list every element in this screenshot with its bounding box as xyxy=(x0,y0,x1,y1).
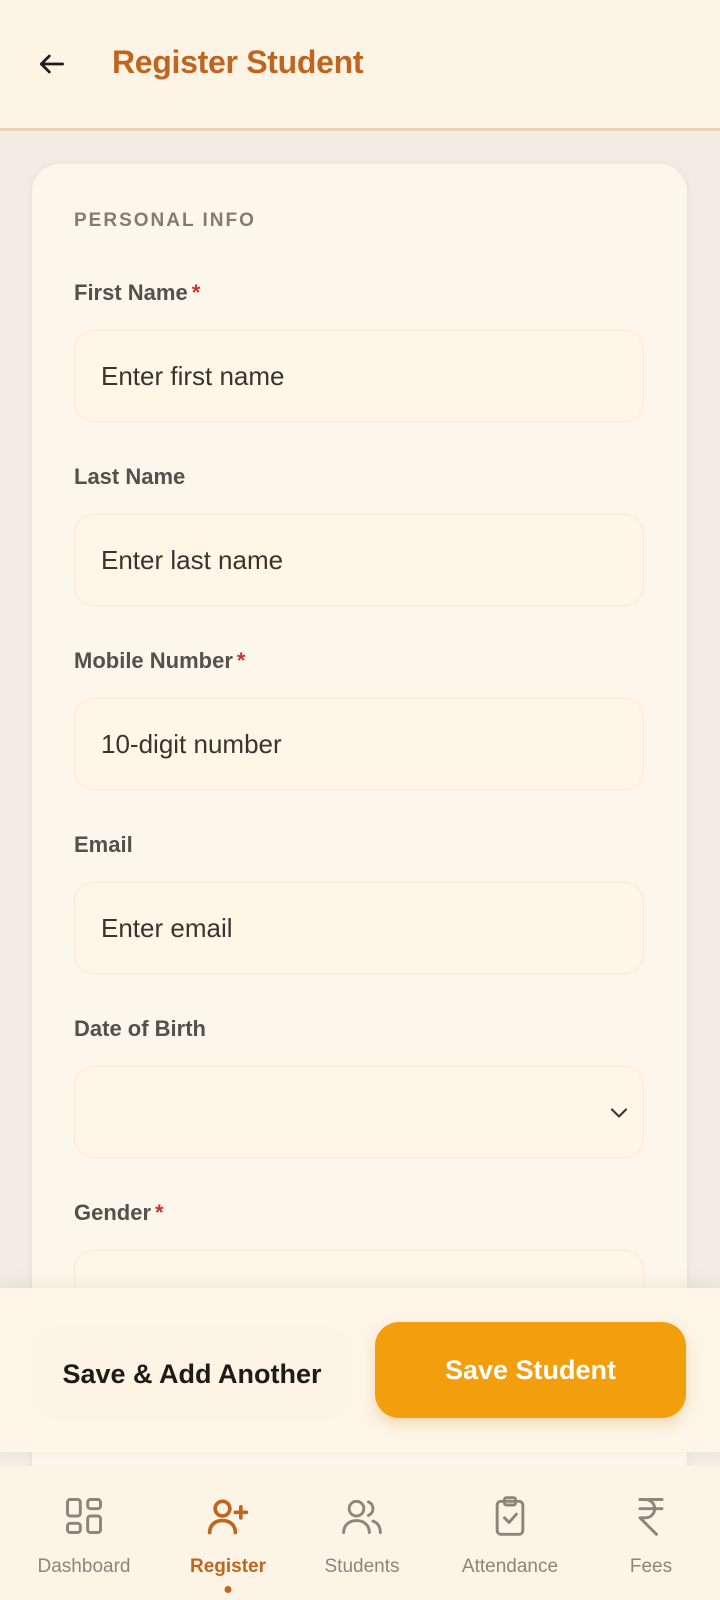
gender-label-text: Gender xyxy=(74,1200,152,1225)
page-title: Register Student xyxy=(112,44,364,80)
back-button[interactable] xyxy=(30,42,74,86)
first-name-label: First Name * xyxy=(74,280,200,306)
app-header: Register Student xyxy=(0,0,720,131)
nav-label-attendance: Attendance xyxy=(461,1556,559,1577)
user-plus-icon xyxy=(207,1499,249,1535)
first-name-label-text: First Name xyxy=(74,280,188,305)
save-add-another-button[interactable]: Save & Add Another xyxy=(36,1326,348,1422)
nav-label-fees: Fees xyxy=(629,1556,673,1577)
nav-item-dashboard[interactable]: Dashboard xyxy=(12,1466,156,1600)
nav-label-register: Register xyxy=(189,1556,267,1577)
nav-item-fees[interactable]: Fees xyxy=(579,1466,720,1600)
nav-item-attendance[interactable]: Attendance xyxy=(438,1466,582,1600)
required-mark: * xyxy=(155,1200,164,1225)
screen: Register Student PERSONAL INFO First Nam… xyxy=(0,0,720,1600)
users-icon xyxy=(342,1499,382,1534)
bottom-nav: Dashboard Register Students Attendance F… xyxy=(0,1466,720,1600)
mobile-number-label: Mobile Number * xyxy=(74,648,245,674)
email-input[interactable] xyxy=(74,882,644,974)
grid-icon xyxy=(66,1498,102,1534)
clipboard-check-icon xyxy=(495,1496,525,1536)
chevron-down-icon xyxy=(610,1108,628,1118)
rupee-icon xyxy=(638,1498,664,1536)
nav-item-students[interactable]: Students xyxy=(290,1466,434,1600)
last-name-label: Last Name xyxy=(74,464,185,490)
dob-label-text: Date of Birth xyxy=(74,1016,206,1041)
nav-item-register[interactable]: Register xyxy=(156,1466,300,1600)
last-name-input[interactable] xyxy=(74,514,644,606)
nav-label-students: Students xyxy=(324,1556,400,1577)
section-title: PERSONAL INFO xyxy=(74,210,256,231)
required-mark: * xyxy=(191,280,201,305)
email-label: Email xyxy=(74,832,133,858)
mobile-number-label-text: Mobile Number xyxy=(74,648,233,673)
arrow-left-icon xyxy=(40,54,64,74)
nav-label-dashboard: Dashboard xyxy=(37,1556,131,1577)
dob-label: Date of Birth xyxy=(74,1016,206,1042)
first-name-input[interactable] xyxy=(74,330,644,422)
action-bar: Save & Add Another Save Student xyxy=(0,1288,720,1452)
email-label-text: Email xyxy=(74,832,133,857)
gender-label: Gender * xyxy=(74,1200,164,1226)
active-indicator-dot xyxy=(224,1586,232,1593)
dob-select[interactable] xyxy=(74,1066,644,1158)
required-mark: * xyxy=(236,648,246,673)
save-student-button[interactable]: Save Student xyxy=(375,1322,686,1418)
mobile-number-input[interactable] xyxy=(74,698,644,790)
last-name-label-text: Last Name xyxy=(74,464,186,489)
